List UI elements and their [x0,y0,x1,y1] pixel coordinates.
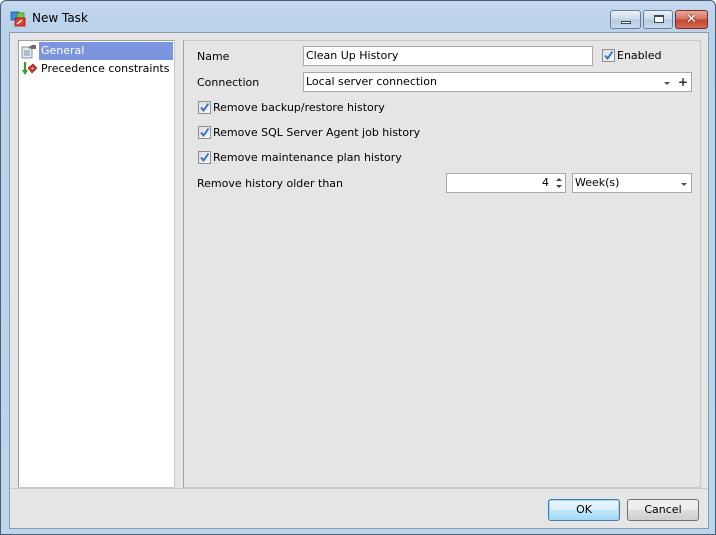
remove-agent-job-history-checkbox[interactable] [198,126,211,139]
navigation-tree: General Precedence constraints [18,40,175,488]
dialog-footer: OK Cancel [10,488,708,528]
general-settings-panel: Name Clean Up History Enabled Connection… [183,40,701,488]
new-task-dialog: New Task ✕ General Precedence constraint… [0,0,716,535]
chevron-down-icon[interactable] [664,82,670,85]
enabled-label: Enabled [617,49,662,62]
remove-maintenance-plan-history-checkbox[interactable] [198,151,211,164]
app-icon [10,11,26,27]
maximize-icon [654,15,664,23]
window-title: New Task [32,11,88,25]
maximize-button[interactable] [643,10,673,29]
spin-up-icon[interactable] [556,178,562,181]
remove-maintenance-plan-history-label: Remove maintenance plan history [213,151,402,164]
minimize-icon [621,21,631,24]
title-bar[interactable]: New Task ✕ [1,1,715,33]
name-input[interactable]: Clean Up History [303,46,593,66]
connection-value: Local server connection [306,75,437,88]
ok-button[interactable]: OK [548,499,620,521]
older-than-spinner[interactable]: 4 [446,173,566,193]
remove-agent-job-history-label: Remove SQL Server Agent job history [213,126,421,139]
spinner-arrows[interactable] [555,174,563,192]
remove-backup-restore-history-checkbox[interactable] [198,101,211,114]
tree-item-precedence-constraints[interactable]: Precedence constraints [20,60,173,78]
close-button[interactable]: ✕ [675,10,708,29]
tree-item-label: Precedence constraints [41,62,170,75]
add-connection-icon[interactable]: + [678,76,688,88]
older-than-unit-value: Week(s) [575,176,620,189]
remove-history-older-than-label: Remove history older than [197,177,344,190]
spin-down-icon[interactable] [556,185,562,188]
cancel-button[interactable]: Cancel [627,499,699,521]
remove-backup-restore-history-label: Remove backup/restore history [213,101,385,114]
enabled-checkbox[interactable] [602,49,615,62]
general-settings-icon [21,45,36,59]
name-label: Name [197,50,230,63]
chevron-down-icon[interactable] [681,183,687,186]
connection-label: Connection [197,76,260,89]
older-than-value: 4 [542,176,549,189]
minimize-button[interactable] [610,10,641,29]
close-icon: ✕ [686,12,697,27]
dialog-client-area: General Precedence constraints Name Clea… [9,32,709,529]
tree-item-label: General [39,42,173,60]
older-than-unit-select[interactable]: Week(s) [572,173,692,193]
tree-item-general[interactable]: General [20,42,173,60]
precedence-constraint-icon [22,62,37,75]
connection-select[interactable]: Local server connection + [303,72,692,92]
